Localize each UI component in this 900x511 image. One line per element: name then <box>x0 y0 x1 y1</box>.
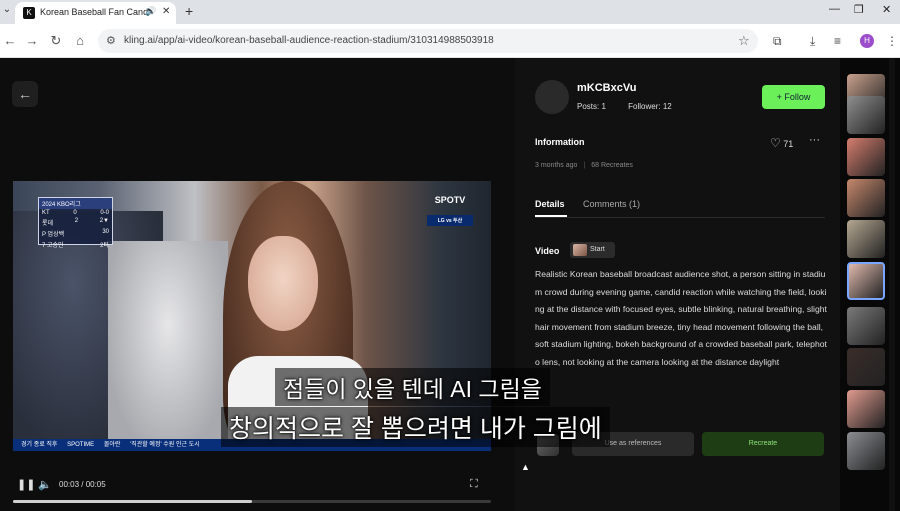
ticker-item: '직관할 예정' 수원 인근 도시 <box>130 442 200 448</box>
related-video-thumbnail[interactable] <box>847 220 885 258</box>
broadcaster-name: SPOTV <box>434 195 466 205</box>
media-control-icon[interactable]: ≡ <box>834 34 841 48</box>
related-video-thumbnail[interactable] <box>847 390 885 428</box>
thumbnail-scrollbar[interactable] <box>889 58 895 511</box>
tab-close-icon[interactable]: ✕ <box>162 6 170 17</box>
recreates-count: 68 Recreates <box>591 162 633 169</box>
menu-kebab-icon[interactable]: ⋮ <box>886 34 898 48</box>
reload-icon[interactable]: ↻ <box>48 33 64 49</box>
inning: 2▼ <box>99 218 109 224</box>
window-close-icon[interactable]: ✕ <box>882 3 891 16</box>
profile-avatar[interactable]: H <box>860 34 874 48</box>
follow-label: Follow <box>784 92 811 102</box>
kling-favicon-icon: K <box>23 7 35 19</box>
batter-stat: 2타 <box>100 243 109 249</box>
tab-divider <box>535 217 825 218</box>
team2: 롯데 <box>42 221 54 227</box>
video-progress-fill <box>13 500 252 503</box>
browser-tab-active[interactable]: K Korean Baseball Fan Candid 🔊 ✕ <box>15 2 176 24</box>
minimize-icon[interactable]: — <box>829 3 840 15</box>
author-stats: Posts: 1 Follower: 12 <box>577 102 692 111</box>
broadcaster-subtitle: LG vs 두산 <box>427 215 473 226</box>
browser-tab-bar: ⌄ K Korean Baseball Fan Candid 🔊 ✕ + — ❐… <box>0 0 900 24</box>
author-avatar[interactable] <box>535 80 569 114</box>
video-controls: ❚❚ 🔈 00:03 / 00:05 ⛶ <box>13 475 491 495</box>
broadcaster-logo: SPOTV LG vs 두산 <box>427 195 473 243</box>
site-info-icon[interactable]: ⚙ <box>106 34 116 47</box>
pitch-count: 30 <box>102 229 109 235</box>
pitcher: P 엄상백 <box>42 232 65 238</box>
active-tab-indicator <box>535 215 567 217</box>
related-video-thumbnail[interactable] <box>847 348 885 386</box>
mouse-cursor-icon: ▲ <box>521 462 530 472</box>
related-video-thumbnail[interactable] <box>847 432 885 470</box>
video-background-fan <box>108 241 228 451</box>
related-video-thumbnail[interactable] <box>847 138 885 176</box>
followers-count: Follower: 12 <box>628 102 672 111</box>
score2: 2 <box>74 218 79 224</box>
tab-comments[interactable]: Comments (1) <box>583 199 640 209</box>
follow-button[interactable]: + Follow <box>762 85 825 109</box>
heart-icon: ♡ <box>770 136 781 150</box>
related-video-thumbnail[interactable] <box>847 179 885 217</box>
extensions-icon[interactable]: ⧉ <box>773 34 782 49</box>
related-video-thumbnail-active[interactable] <box>847 262 885 300</box>
video-time: 00:03 / 00:05 <box>59 480 106 489</box>
related-video-thumbnail[interactable] <box>847 307 885 345</box>
start-label: Start <box>590 246 605 253</box>
home-icon[interactable]: ⌂ <box>72 33 88 49</box>
back-button[interactable]: ← <box>12 81 38 107</box>
related-videos-strip <box>840 58 900 511</box>
prompt-text: Realistic Korean baseball broadcast audi… <box>535 269 827 367</box>
tab-details[interactable]: Details <box>535 199 565 209</box>
broadcast-scoreboard: 2024 KBO리그 KT 0 0-0 롯데 2 2▼ P 엄상백 30 7 고승민 2타 <box>38 197 113 249</box>
restore-icon[interactable]: ❐ <box>854 3 864 16</box>
start-frame-thumbnail <box>573 244 587 256</box>
information-heading: Information <box>535 137 585 147</box>
ticker-item: SPOTIME <box>67 442 95 448</box>
address-bar[interactable]: ⚙ kling.ai/app/ai-video/korean-baseball-… <box>98 29 758 53</box>
tab-title: Korean Baseball Fan Candid <box>40 7 150 17</box>
pause-icon[interactable]: ❚❚ <box>17 478 35 491</box>
speaker-icon[interactable]: 🔊 <box>145 6 156 17</box>
video-progress-bar[interactable] <box>13 500 491 503</box>
ball-count: 0-0 <box>100 210 109 216</box>
video-subject-face <box>248 236 318 331</box>
like-count: 71 <box>783 139 794 149</box>
forward-arrow-icon[interactable]: → <box>24 33 40 49</box>
author-username[interactable]: mKCBxcVu <box>577 82 637 94</box>
tab-list-chevron-icon[interactable]: ⌄ <box>0 4 14 20</box>
more-options-icon[interactable]: ··· <box>809 134 820 146</box>
volume-icon[interactable]: 🔈 <box>38 478 52 491</box>
scoreboard-header: 2024 KBO리그 <box>42 202 81 208</box>
ticker-item: 몰아란 <box>103 442 121 448</box>
fullscreen-icon[interactable]: ⛶ <box>470 478 478 491</box>
url-text: kling.ai/app/ai-video/korean-baseball-au… <box>124 35 494 46</box>
like-button[interactable]: ♡ 71 <box>770 136 793 150</box>
batter: 7 고승민 <box>42 243 64 249</box>
related-video-thumbnail[interactable] <box>847 96 885 134</box>
download-icon[interactable]: ⤓ <box>810 34 815 49</box>
subtitle-line-1: 점들이 있을 텐데 AI 그림을 <box>275 368 550 406</box>
new-tab-button[interactable]: + <box>185 3 193 19</box>
time-ago: 3 months ago <box>535 162 578 169</box>
meta-separator: | <box>583 162 586 169</box>
team1: KT <box>42 210 50 216</box>
bookmark-star-icon[interactable]: ☆ <box>738 33 750 49</box>
score1: 0 <box>73 210 77 216</box>
ticker-item: 경기 종료 직후 <box>21 442 58 448</box>
video-section-label: Video <box>535 246 560 256</box>
browser-toolbar: ← → ↻ ⌂ ⚙ kling.ai/app/ai-video/korean-b… <box>0 24 900 58</box>
start-frame-chip[interactable]: Start <box>570 242 615 258</box>
recreate-button[interactable]: Recreate <box>702 432 824 456</box>
back-arrow-icon[interactable]: ← <box>2 33 18 49</box>
posts-count: Posts: 1 <box>577 102 606 111</box>
video-meta: 3 months ago | 68 Recreates <box>535 162 633 169</box>
subtitle-line-2: 창의적으로 잘 뽑으려면 내가 그림에 <box>221 407 610 447</box>
